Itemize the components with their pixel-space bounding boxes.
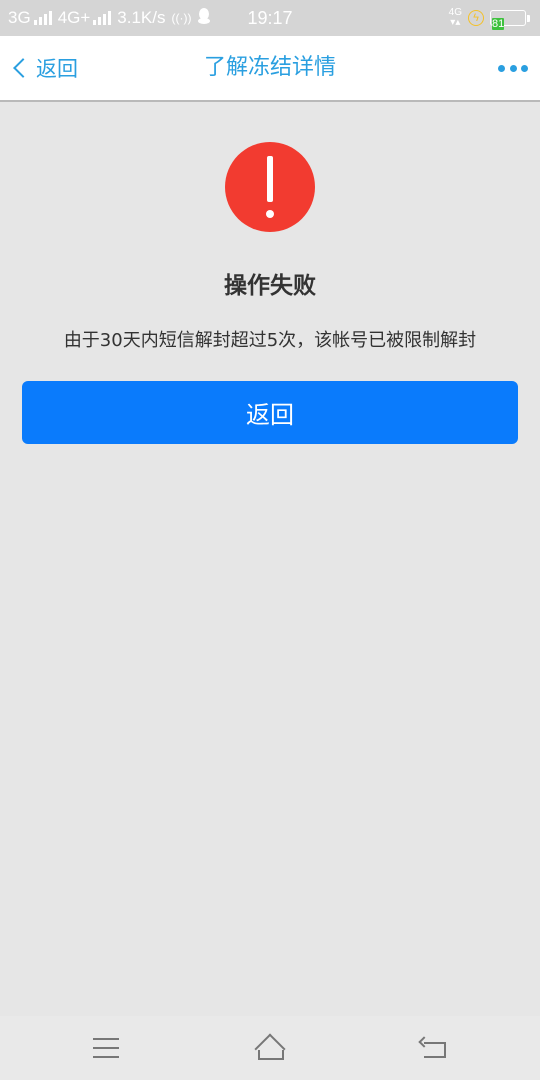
system-nav-bar	[0, 1016, 540, 1080]
result-message: 由于30天内短信解封超过5次，该帐号已被限制解封	[63, 330, 477, 351]
network-4g-label: 4G+	[57, 8, 91, 27]
menu-icon[interactable]	[75, 1016, 135, 1080]
error-icon	[225, 142, 315, 232]
home-icon[interactable]	[240, 1016, 300, 1080]
page-title: 了解冻结详情	[203, 55, 336, 80]
signal-icon	[33, 11, 52, 25]
charging-icon: ϟ	[468, 10, 484, 26]
status-bar: 3G 4G+ 3.1K/s ((·)) 19:17 4G ▾▴ ϟ 81	[0, 0, 540, 36]
network-speed: 3.1K/s	[117, 8, 166, 27]
battery-icon: 81	[490, 10, 530, 30]
nav-bar: 返回 了解冻结详情	[0, 36, 540, 102]
result-title: 操作失败	[224, 273, 316, 299]
network-3g: 3G	[8, 8, 52, 28]
more-icon[interactable]	[498, 36, 528, 100]
status-left: 3G 4G+ 3.1K/s ((·))	[8, 0, 211, 36]
wireless-icon: ((·))	[171, 11, 192, 25]
back-icon[interactable]	[404, 1016, 464, 1080]
network-right-label: 4G	[448, 7, 462, 18]
network-3g-label: 3G	[8, 8, 31, 27]
chevron-left-icon	[13, 58, 33, 78]
signal-icon	[93, 11, 112, 25]
qq-icon	[197, 7, 211, 29]
nav-back-label: 返回	[36, 57, 78, 81]
nav-back-button[interactable]: 返回	[10, 36, 78, 100]
status-right: 4G ▾▴ ϟ 81	[449, 0, 530, 36]
battery-level: 81	[492, 18, 505, 30]
return-button[interactable]: 返回	[22, 381, 518, 444]
network-4g: 4G+	[58, 8, 112, 28]
network-4g-small: 4G ▾▴	[448, 7, 462, 28]
